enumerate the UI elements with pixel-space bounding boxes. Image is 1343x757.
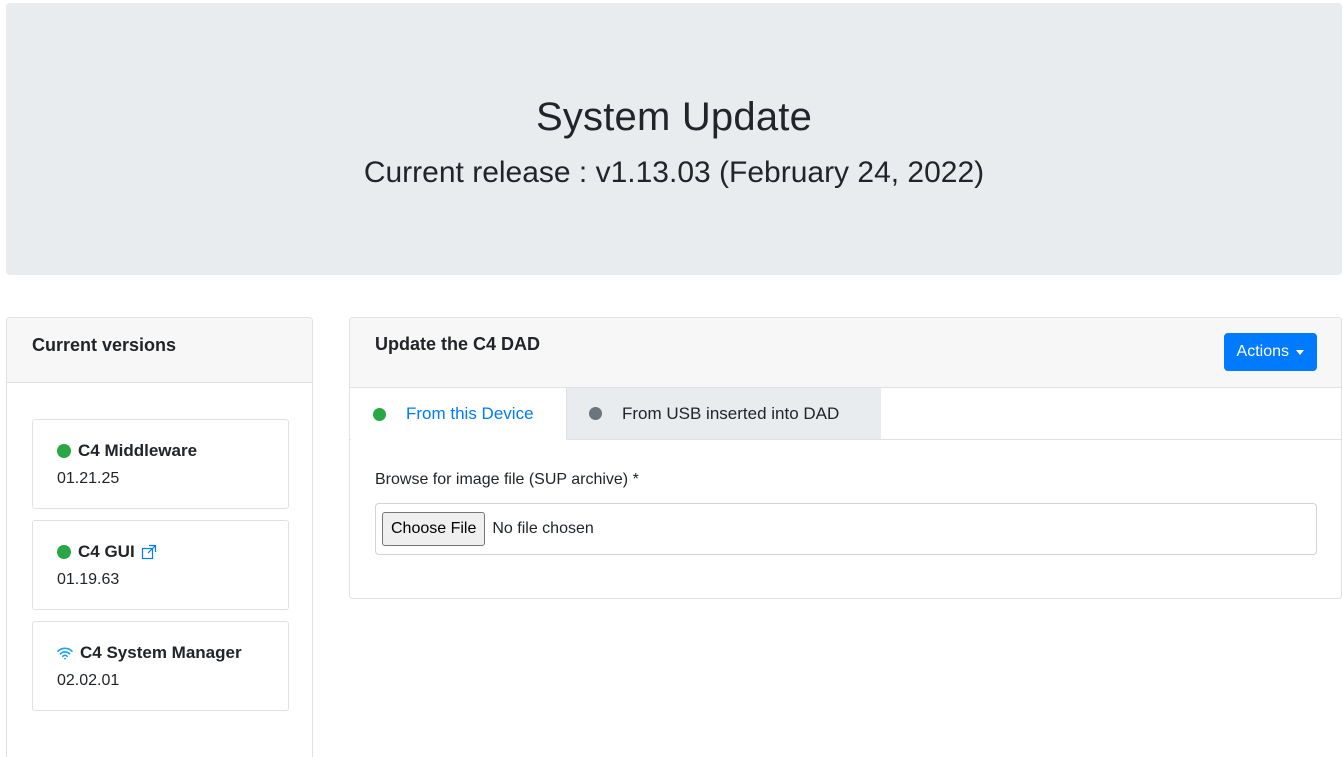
wifi-icon: [57, 646, 73, 660]
version-value: 01.21.25: [57, 470, 120, 487]
file-input[interactable]: Choose File No file chosen: [375, 503, 1317, 555]
actions-label: Actions: [1236, 343, 1289, 360]
version-item-gui: C4 GUI 01.19.63: [32, 520, 289, 610]
version-name: C4 System Manager: [80, 643, 242, 662]
choose-file-button[interactable]: Choose File: [382, 512, 486, 546]
version-name: C4 Middleware: [78, 441, 198, 460]
version-item-middleware: C4 Middleware 01.21.25: [32, 419, 289, 509]
version-item-system-manager: C4 System Manager 02.02.01: [32, 621, 289, 711]
tab-label: From USB inserted into DAD: [622, 403, 840, 423]
tab-from-this-device[interactable]: From this Device: [351, 388, 567, 440]
page-title: System Update: [535, 95, 813, 139]
page-header: System Update Current release : v1.13.03…: [6, 3, 1342, 275]
green-dot-icon: [57, 444, 71, 458]
external-link-icon[interactable]: [141, 544, 157, 560]
file-input-label: Browse for image file (SUP archive) *: [375, 471, 639, 488]
update-card: Update the C4 DAD Actions From this Devi…: [349, 317, 1342, 599]
green-dot-icon: [373, 407, 386, 421]
file-status: No file chosen: [492, 520, 594, 537]
tab-label: From this Device: [406, 404, 534, 423]
current-versions-title: Current versions: [7, 318, 312, 383]
update-card-header: Update the C4 DAD Actions: [350, 318, 1341, 388]
update-card-title: Update the C4 DAD: [375, 334, 541, 354]
current-versions-card: Current versions C4 Middleware 01.21.25 …: [6, 317, 313, 757]
current-release: Current release : v1.13.03 (February 24,…: [363, 156, 985, 189]
source-tabs: From this Device From USB inserted into …: [350, 388, 1341, 440]
version-name: C4 GUI: [78, 542, 135, 561]
gray-dot-icon: [589, 407, 602, 420]
tab-from-usb[interactable]: From USB inserted into DAD: [567, 388, 881, 439]
green-dot-icon: [57, 545, 71, 559]
caret-down-icon: [1296, 349, 1304, 355]
version-value: 01.19.63: [57, 571, 120, 588]
version-value: 02.02.01: [57, 672, 120, 689]
actions-dropdown-button[interactable]: Actions: [1223, 333, 1317, 371]
